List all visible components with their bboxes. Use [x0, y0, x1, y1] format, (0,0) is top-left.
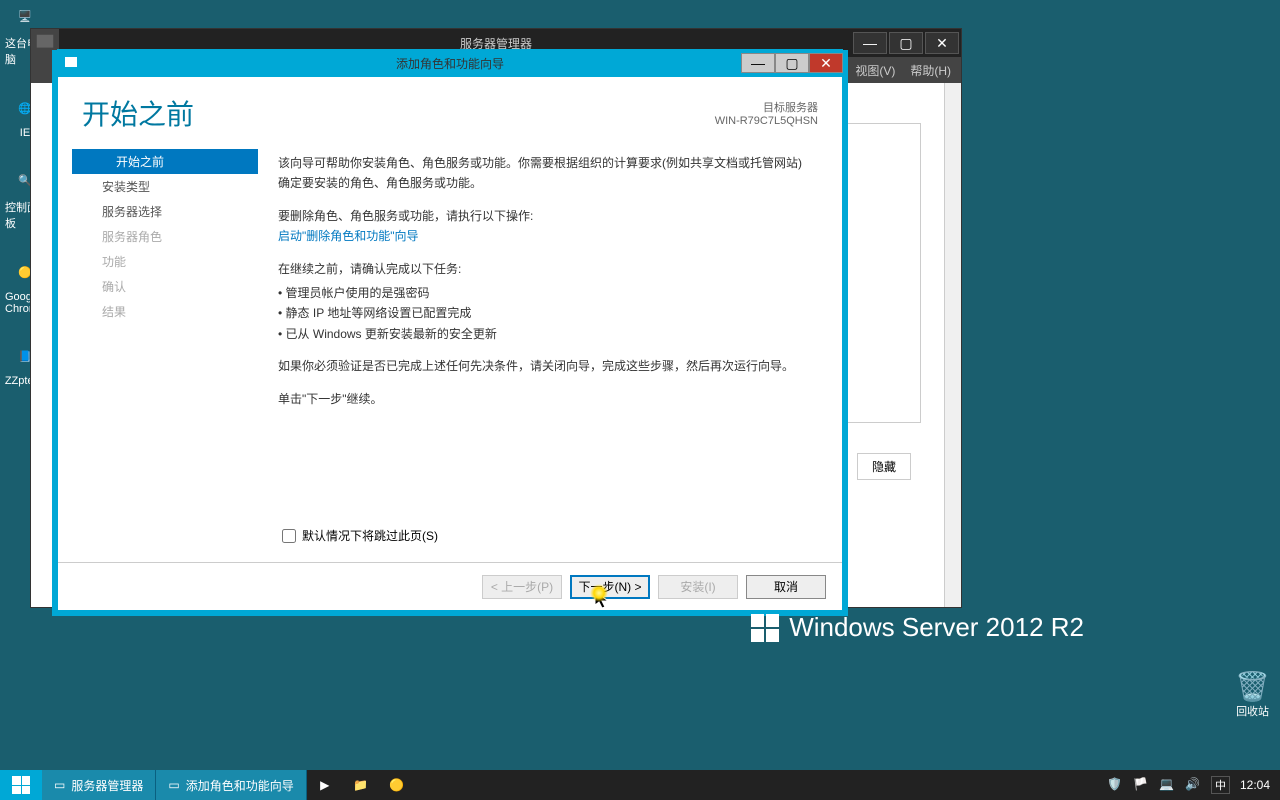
tray-ime[interactable]: 中 [1211, 776, 1230, 794]
start-button[interactable] [0, 770, 42, 800]
page-title: 开始之前 [82, 93, 194, 133]
nav-features: 功能 [58, 249, 258, 274]
previous-button: < 上一步(P) [482, 575, 562, 599]
scrollbar[interactable] [944, 83, 961, 607]
flag-icon: ▭ [168, 778, 179, 792]
nav-server-selection[interactable]: 服务器选择 [58, 199, 258, 224]
clock[interactable]: 12:04 [1240, 778, 1270, 792]
nav-before-you-begin[interactable]: 开始之前 [72, 149, 258, 174]
taskbar-explorer[interactable]: 📁 [343, 770, 379, 800]
hide-button[interactable]: 隐藏 [857, 453, 911, 480]
nav-installation-type[interactable]: 安装类型 [58, 174, 258, 199]
taskbar-wizard[interactable]: ▭ 添加角色和功能向导 [156, 770, 306, 800]
skip-checkbox-input[interactable] [282, 529, 296, 543]
os-watermark: Windows Server 2012 R2 [751, 612, 1084, 643]
start-icon [12, 776, 30, 794]
taskbar-server-manager[interactable]: ▭ 服务器管理器 [42, 770, 156, 800]
target-server-info: 目标服务器 WIN-R79C7L5QHSN [715, 99, 818, 127]
tray-flag-icon[interactable]: 🏳️ [1133, 777, 1149, 793]
wizard-nav: 开始之前 安装类型 服务器选择 服务器角色 功能 确认 结果 [58, 149, 258, 549]
maximize-button[interactable]: ▢ [889, 32, 923, 54]
wizard-content: 该向导可帮助你安装角色、角色服务或功能。你需要根据组织的计算要求(例如共享文档或… [258, 149, 842, 549]
menu-view[interactable]: 视图(V) [855, 62, 895, 79]
flag-icon: ▭ [54, 778, 65, 792]
tray-sound-icon[interactable]: 🔊 [1185, 777, 1201, 793]
wizard-minimize-button[interactable]: — [741, 53, 775, 73]
wizard-close-button[interactable]: ✕ [809, 53, 843, 73]
recycle-bin[interactable]: 🗑️ 回收站 [1235, 670, 1270, 719]
remove-roles-link[interactable]: 启动"删除角色和功能"向导 [278, 229, 419, 243]
windows-logo-icon [751, 614, 779, 642]
tray-security-icon[interactable]: 🛡️ [1107, 777, 1123, 793]
add-roles-wizard: 添加角色和功能向导 — ▢ ✕ 开始之前 目标服务器 WIN-R79C7L5QH… [52, 50, 848, 616]
taskbar-powershell[interactable]: ▶ [307, 770, 343, 800]
tray-network-icon[interactable]: 💻 [1159, 777, 1175, 793]
taskbar-chrome[interactable]: 🟡 [379, 770, 415, 800]
wizard-maximize-button[interactable]: ▢ [775, 53, 809, 73]
install-button: 安装(I) [658, 575, 738, 599]
minimize-button[interactable]: — [853, 32, 887, 54]
wizard-icon [57, 49, 85, 77]
menu-help[interactable]: 帮助(H) [910, 62, 951, 79]
cancel-button[interactable]: 取消 [746, 575, 826, 599]
wizard-title: 添加角色和功能向导 [396, 55, 504, 72]
close-button[interactable]: ✕ [925, 32, 959, 54]
skip-checkbox[interactable]: 默认情况下将跳过此页(S) [282, 527, 438, 544]
nav-confirmation: 确认 [58, 274, 258, 299]
nav-server-roles: 服务器角色 [58, 224, 258, 249]
taskbar: ▭ 服务器管理器 ▭ 添加角色和功能向导 ▶ 📁 🟡 🛡️ 🏳️ 💻 🔊 中 1… [0, 770, 1280, 800]
nav-results: 结果 [58, 299, 258, 324]
next-button[interactable]: 下一步(N) > [570, 575, 650, 599]
